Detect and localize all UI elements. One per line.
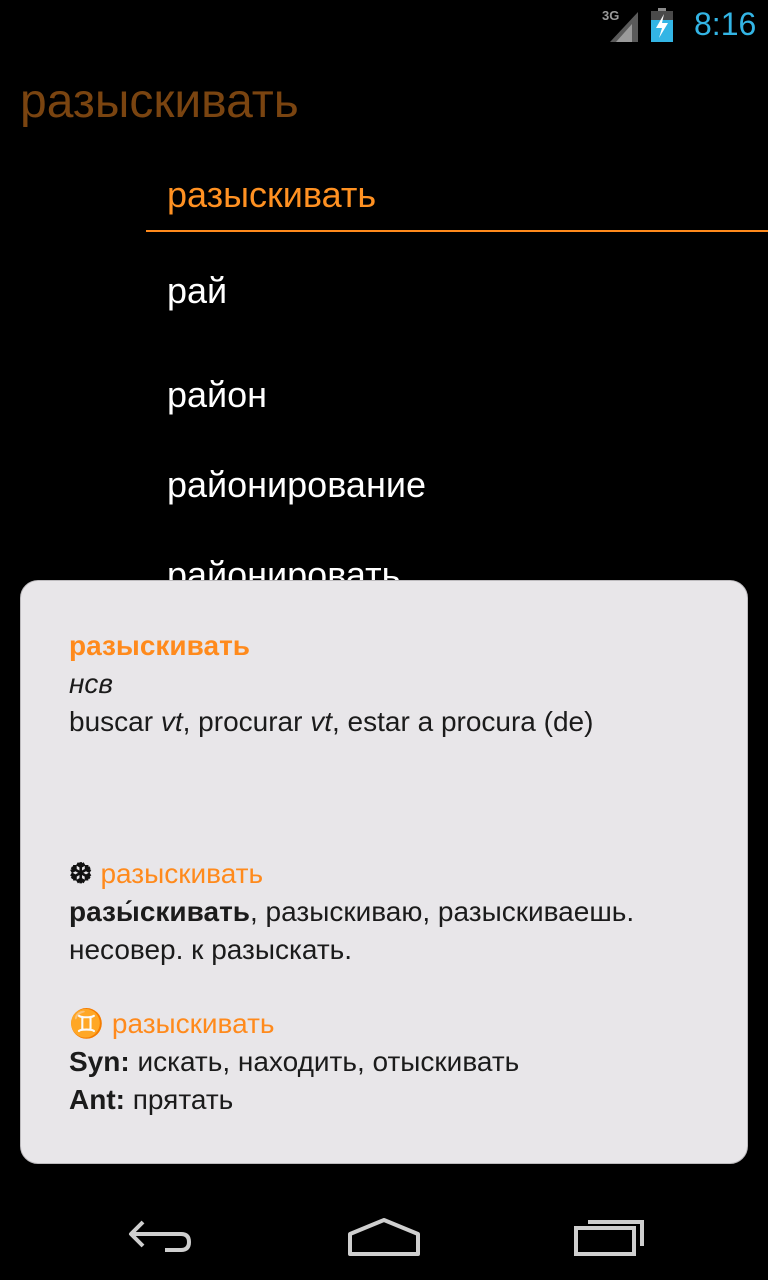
dictionary-3-title: разыскивать [111,1008,275,1039]
synonyms-line: Syn: искать, находить, отыскивать [69,1043,699,1081]
stressed-word: разы́скивать [69,896,250,927]
recent-apps-button[interactable] [560,1208,660,1264]
antonyms-line: Ant: прятать [69,1081,699,1119]
screen: 3G 8:16 разыскивать разыскивать рай райо… [0,0,768,1280]
antonyms-label: Ant: [69,1084,125,1115]
list-item-selected[interactable]: разыскивать [146,160,768,232]
navigation-bar [0,1190,768,1280]
dictionary-2-definition: разы́скивать, разыскиваю, разыскиваешь. … [69,893,699,969]
list-item[interactable]: район [146,350,768,440]
translation-grammar: vt [160,706,183,737]
synonyms-text: искать, находить, отыскивать [129,1046,520,1077]
word-list: разыскивать рай район районирование райо… [146,160,768,620]
list-item[interactable]: рай [146,232,768,350]
antonyms-text: прятать [124,1084,234,1115]
translation-text: , estar a procura (de) [332,706,594,737]
synonyms-label: Syn: [69,1046,130,1077]
card-headword: разыскивать [69,630,250,661]
gemini-icon: ♊ [69,1008,104,1039]
back-icon [129,1220,192,1252]
part-of-speech: нсв [69,668,114,699]
search-query[interactable]: разыскивать [20,74,299,129]
dictionary-3-header: ♊ разыскивать [69,1005,699,1043]
home-button[interactable] [334,1208,434,1264]
recent-apps-icon [574,1220,644,1256]
home-icon [348,1218,420,1256]
translation-text: buscar [69,706,161,737]
snowflake-icon: ❆ [69,858,93,889]
battery-charging-icon [651,8,673,42]
dictionary-2-header: ❆ разыскивать [69,855,699,893]
translation-grammar: vt [310,706,332,737]
status-bar: 3G 8:16 [0,0,768,50]
dictionary-2-title: разыскивать [100,858,264,889]
translation: buscar vt, procurar vt, estar a procura … [69,703,699,741]
translation-text: , procurar [182,706,311,737]
back-button[interactable] [110,1208,210,1264]
definition-popup[interactable]: разыскивать нсв buscar vt, procurar vt, … [20,580,748,1164]
network-type-label: 3G [602,8,620,23]
clock: 8:16 [694,6,757,42]
list-item[interactable]: районирование [146,440,768,530]
